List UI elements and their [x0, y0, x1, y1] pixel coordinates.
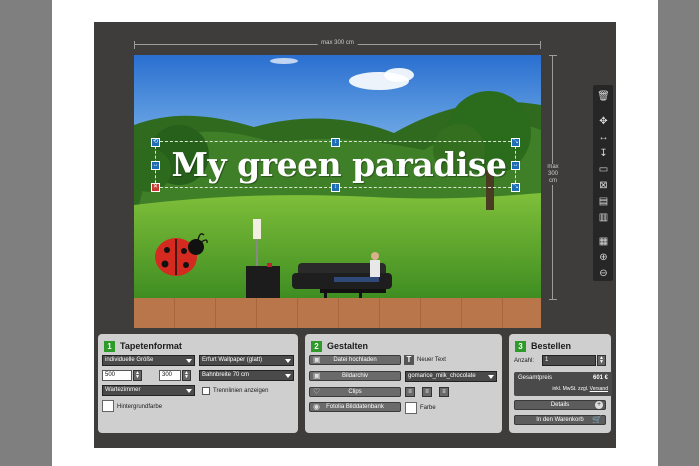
height-label: max 300 cm — [544, 164, 562, 185]
dividers-checkbox[interactable] — [202, 387, 210, 395]
panel3-header: 3 Bestellen — [515, 340, 571, 352]
height-dimension: max 300 cm — [544, 55, 562, 300]
background-color-label: Hintergrundfarbe — [117, 404, 163, 410]
image-upload-icon: ▣ — [313, 355, 321, 364]
archive-icon: ▣ — [313, 371, 321, 380]
panel3-title: Bestellen — [531, 341, 572, 351]
align-left-icon[interactable]: ≡ — [405, 387, 415, 397]
wooden-floor — [134, 298, 541, 328]
resize-height-icon[interactable]: ↧ — [597, 147, 610, 160]
price-box: Gesamtpreis 601 € inkl. MwSt. zzgl. Vers… — [514, 372, 612, 396]
new-text-icon[interactable]: T — [404, 355, 414, 365]
quantity-label: Anzahl: — [514, 358, 535, 364]
step-number-1: 1 — [104, 340, 115, 352]
panel-bestellen: 3 Bestellen Anzahl: 1 ▲ ▼ Gesamtpreis 601… — [509, 334, 612, 433]
resize-handle-bottom-icon[interactable]: ↕ — [331, 183, 340, 192]
wallpaper-headline-text[interactable]: My green paradise — [164, 145, 514, 184]
text-color-label: Farbe — [420, 405, 436, 411]
delete-handle-icon[interactable]: ✕ — [151, 183, 160, 192]
upload-file-button[interactable]: ▣ Datei hochladen — [309, 355, 401, 365]
tax-note: inkl. MwSt. zzgl. — [552, 386, 589, 392]
cart-icon: 🛒 — [592, 415, 602, 424]
resize-handle-corner-icon[interactable]: ⤡ — [511, 138, 520, 147]
panel-gestalten: 2 Gestalten ▣ Datei hochladen ▣ Bildarch… — [305, 334, 502, 433]
clips-button[interactable]: ♡ Clips — [309, 387, 401, 397]
heart-star-icon: ♡ — [313, 387, 321, 396]
details-button[interactable]: Details + — [514, 400, 606, 410]
width-input[interactable]: 500 — [102, 370, 132, 381]
add-to-cart-button[interactable]: In den Warenkorb 🛒 — [514, 415, 606, 425]
height-input[interactable]: 300 — [159, 370, 181, 381]
shipping-link[interactable]: Versand — [590, 386, 608, 392]
panel1-header: 1 Tapetenformat — [104, 340, 182, 352]
font-select[interactable]: gomarice_milk_chocolate — [405, 371, 497, 382]
total-label: Gesamtpreis — [518, 375, 553, 381]
fotolia-button[interactable]: ◉ Fotolia Bilddatenbank — [309, 402, 401, 412]
background-color-swatch[interactable] — [102, 400, 114, 412]
rotate-handle-icon[interactable]: ⟲ — [151, 138, 160, 147]
align-center-icon[interactable]: ≡ — [422, 387, 432, 397]
panel1-title: Tapetenformat — [120, 341, 182, 351]
resize-width-icon[interactable]: ↔ — [597, 131, 610, 144]
layer-down-icon[interactable]: ▥ — [597, 211, 610, 224]
width-label: max 300 cm — [317, 40, 358, 46]
resize-handle-left-icon[interactable]: ↔ — [151, 161, 160, 170]
resize-handle-right-icon[interactable]: ↔ — [511, 161, 520, 170]
panel2-header: 2 Gestalten — [311, 340, 368, 352]
resize-handle-bottom-corner-icon[interactable]: ⤡ — [511, 183, 520, 192]
step-number-2: 2 — [311, 340, 322, 352]
height-stepper[interactable]: ▲ ▼ — [182, 370, 191, 381]
width-dimension: max 300 cm — [134, 40, 541, 49]
zoom-out-icon[interactable]: ⊖ — [597, 267, 610, 280]
zoom-in-icon[interactable]: ⊕ — [597, 251, 610, 264]
quantity-input[interactable]: 1 — [542, 355, 596, 366]
strip-width-select[interactable]: Bahnbreite 70 cm — [199, 370, 294, 381]
edit-toolbar: 🗑 ✥ ↔ ↧ ▭ ⊠ ▤ ▥ ▦ ⊕ ⊖ — [593, 85, 613, 281]
dividers-label: Trennlinien anzeigen — [213, 388, 269, 394]
fit-icon[interactable]: ⊠ — [597, 179, 610, 192]
image-archive-button[interactable]: ▣ Bildarchiv — [309, 371, 401, 381]
grid-icon[interactable]: ▦ — [597, 235, 610, 248]
room-select[interactable]: Wartezimmer — [102, 385, 195, 396]
trash-icon[interactable]: 🗑 — [597, 90, 610, 103]
camera-icon: ◉ — [313, 402, 320, 411]
total-price: 601 € — [592, 375, 608, 381]
panel2-title: Gestalten — [327, 341, 369, 351]
text-color-swatch[interactable] — [405, 402, 417, 414]
step-number-3: 3 — [515, 340, 526, 352]
wallpaper-preview[interactable]: My green paradise ⟲ ↕ ⤡ ↔ ↔ ✕ ↕ ⤡ — [134, 55, 541, 328]
layer-up-icon[interactable]: ▤ — [597, 195, 610, 208]
new-text-label[interactable]: Neuer Text — [417, 357, 446, 363]
quantity-stepper[interactable]: ▲ ▼ — [597, 355, 606, 366]
align-right-icon[interactable]: ≡ — [439, 387, 449, 397]
size-select[interactable]: individuelle Größe — [102, 355, 195, 366]
bring-front-icon[interactable]: ▭ — [597, 163, 610, 176]
panel-tapetenformat: 1 Tapetenformat individuelle Größe Erfur… — [98, 334, 298, 433]
wallpaper-type-select[interactable]: Erfurt Wallpaper (glatt) — [199, 355, 294, 366]
resize-handle-top-icon[interactable]: ↕ — [331, 138, 340, 147]
move-icon[interactable]: ✥ — [597, 115, 610, 128]
tax-shipping-note: inkl. MwSt. zzgl. Versand — [552, 386, 608, 392]
width-stepper[interactable]: ▲ ▼ — [133, 370, 142, 381]
plus-icon: + — [595, 401, 603, 409]
